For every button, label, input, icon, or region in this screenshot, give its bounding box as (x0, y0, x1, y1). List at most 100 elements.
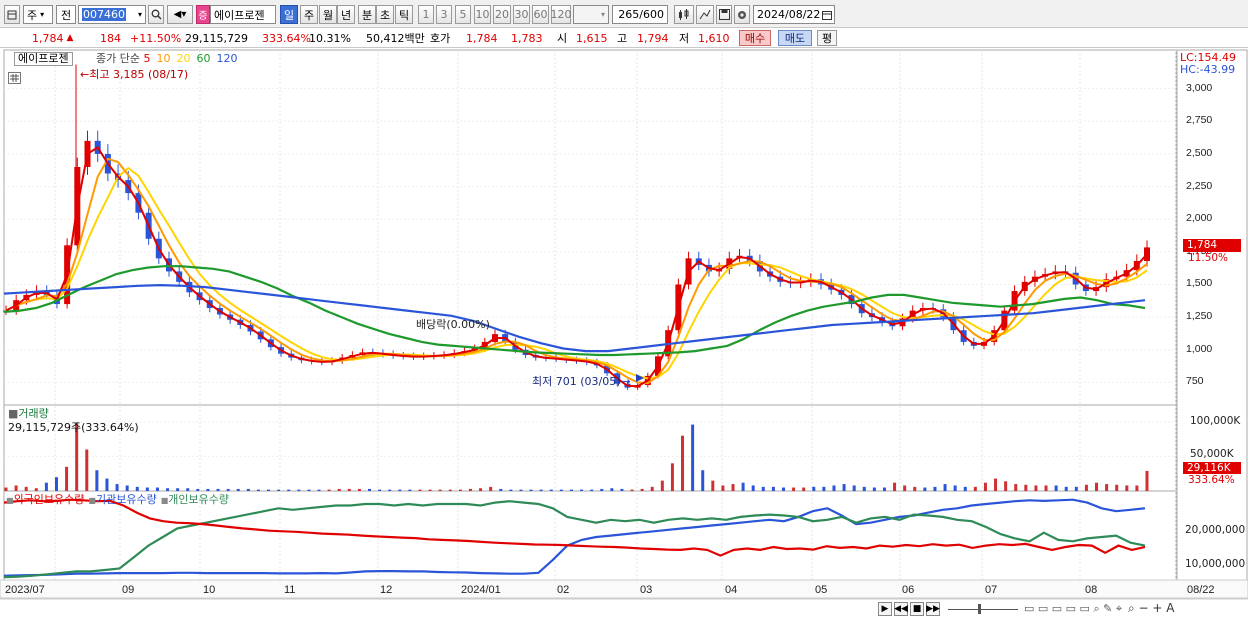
x-tick: 11 (284, 584, 296, 596)
x-tick: 06 (902, 584, 915, 596)
volume-bar (792, 487, 796, 491)
scroll-right-icon[interactable]: ▶ (878, 601, 892, 616)
volume-bar (448, 489, 452, 491)
x-tick: 10 (203, 584, 216, 596)
interval-60[interactable]: 60 (532, 5, 549, 24)
toolbar: 주 ▾ 전 007460 ▾ ◀▾ 증 에이프로젠 일주월년분초틱 1 3 5 10 20 3… (0, 0, 1248, 28)
volume-bar (499, 488, 503, 491)
open-price: 1,615 (576, 31, 608, 45)
layout-tools-icon[interactable]: ▭ ▭ ▭ ▭ ▭ ⌕ ✎ ⌖ (1024, 602, 1122, 616)
code-input[interactable]: 007460 ▾ (78, 5, 146, 24)
volume-bar (519, 489, 523, 491)
tool-button[interactable] (696, 5, 714, 24)
buy-button[interactable]: 매수 (739, 30, 771, 46)
volume-bar (781, 487, 785, 491)
price-tick: 1,250 (1186, 310, 1213, 323)
stock-chart[interactable] (0, 48, 1248, 621)
count-value: 265 (618, 8, 640, 21)
candle-type-button[interactable] (674, 5, 694, 24)
volume-bar (761, 486, 765, 491)
period-0[interactable]: 일 (280, 5, 298, 24)
price-tick: 2,500 (1186, 146, 1213, 159)
interval-1[interactable]: 1 (418, 5, 434, 24)
stock-badge-text: 증 (198, 11, 208, 22)
period-3[interactable]: 년 (337, 5, 355, 24)
volume-bar (287, 489, 291, 491)
price-tick: 1,000 (1186, 342, 1213, 355)
stock-name-field: 에이프로젠 (210, 5, 276, 24)
last-price-percent: 11.50% (1188, 252, 1229, 264)
indicator-menu-icon[interactable] (8, 72, 21, 84)
mode-select[interactable]: 전 (56, 5, 76, 24)
trade-amount: 50,412백만 (366, 32, 425, 45)
date-field[interactable]: 2024/08/22 (753, 5, 835, 24)
x-tick: 08 (1085, 584, 1098, 596)
interval-5[interactable]: 5 (455, 5, 471, 24)
window-menu-icon[interactable] (4, 5, 20, 24)
period-6[interactable]: 틱 (395, 5, 413, 24)
change-amount: 184 (100, 31, 121, 45)
volume-bar (368, 488, 372, 491)
volume-bar (256, 489, 260, 491)
sell-button[interactable]: 매도 (778, 30, 812, 46)
count-field[interactable]: 265/600 (612, 5, 668, 24)
volume-bar (337, 488, 341, 491)
volume-bar (600, 488, 604, 491)
custom-interval-select[interactable]: ▾ (573, 5, 609, 24)
scroll-controls: ▶ ◀◀ ■ ▶▶ ▭ ▭ ▭ ▭ ▭ ⌕ ✎ ⌖ ⌕ − + A (878, 601, 1175, 616)
volume-bar (307, 489, 311, 491)
volume-bar (610, 488, 614, 491)
volume-bar (115, 484, 119, 491)
rewind-icon[interactable]: ◀◀ (894, 601, 908, 616)
zoom-slider[interactable] (948, 603, 1018, 614)
volume-panel-frame (3, 404, 1177, 492)
volume-bar (65, 466, 69, 491)
holdings-legend-label: 외국인보유수량 (13, 493, 85, 506)
holdings-legend-item: ■외국인보유수량 (6, 491, 84, 507)
interval-30[interactable]: 30 (513, 5, 530, 24)
x-tick: 08/22 (1187, 584, 1215, 596)
x-axis-bar (0, 579, 1248, 599)
period-1[interactable]: 주 (300, 5, 318, 24)
volume-bar (650, 486, 654, 491)
volume-bar (711, 480, 715, 491)
interval-120[interactable]: 120 (551, 5, 572, 24)
market-select[interactable]: 주 ▾ (23, 5, 53, 24)
average-button[interactable]: 평 (817, 30, 837, 46)
turnover-percent: 10.31% (309, 31, 351, 45)
fast-forward-icon[interactable]: ▶▶ (926, 601, 940, 616)
ma-legend-120: 120 (216, 52, 238, 65)
search-button[interactable] (148, 5, 164, 24)
interval-20[interactable]: 20 (493, 5, 511, 24)
holdings-legend-label: 기관보유수량 (95, 493, 157, 506)
price-tick: 2,250 (1186, 179, 1213, 192)
bid-price: 1,783 (511, 31, 543, 45)
volume-bar (559, 489, 563, 491)
period-5[interactable]: 초 (376, 5, 394, 24)
volume-bar (893, 482, 897, 491)
high-price: 1,794 (637, 31, 669, 45)
volume-bar (378, 489, 382, 491)
period-2[interactable]: 월 (319, 5, 337, 24)
right-arrow-icon: → (621, 375, 631, 388)
zoom-controls-icon[interactable]: ⌕ − + A (1128, 601, 1174, 616)
period-4[interactable]: 분 (358, 5, 376, 24)
stop-icon[interactable]: ■ (910, 601, 924, 616)
chevron-down-icon: ▾ (600, 10, 605, 19)
save-button[interactable] (716, 5, 732, 24)
volume-bar (277, 489, 281, 491)
volume-bar (701, 470, 705, 491)
volume-bar (580, 489, 584, 491)
interval-3[interactable]: 3 (436, 5, 452, 24)
speaker-button[interactable]: ◀▾ (167, 5, 193, 24)
volume-bar (539, 489, 543, 491)
current-price-value: 1,784 (32, 31, 64, 45)
volume-bar (1004, 481, 1008, 491)
last-volume-percent: 333.64% (1188, 474, 1235, 486)
interval-10[interactable]: 10 (474, 5, 491, 24)
low-label: 저 (679, 32, 690, 45)
date-value: 2024/08/22 (757, 8, 821, 21)
settings-button[interactable] (734, 5, 750, 24)
volume-bar (1135, 485, 1139, 491)
volume-bar (489, 486, 493, 491)
